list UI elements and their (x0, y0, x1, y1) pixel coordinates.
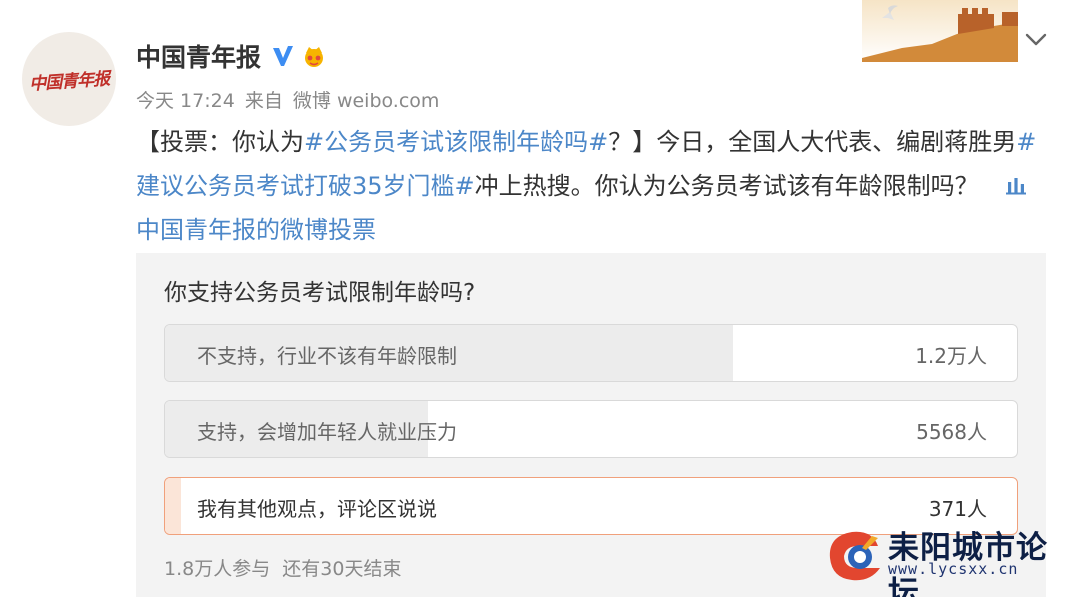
source-prefix: 来自 (244, 90, 283, 112)
poll-option-fill (165, 478, 181, 534)
post-time[interactable]: 今天 17:24 (136, 90, 235, 112)
post-meta: 今天 17:24 来自 微博 weibo.com (136, 86, 443, 113)
account-name[interactable]: 中国青年报 (136, 38, 261, 74)
poll-participants: 1.8万人参与 (164, 558, 271, 580)
post-header: 中国青年报 (136, 36, 327, 76)
poll-option-label: 我有其他观点，评论区说说 (197, 497, 437, 521)
forum-watermark-url: www.lycsxx.cn (888, 560, 1019, 578)
poll-option[interactable]: 不支持，行业不该有年龄限制 1.2万人 (164, 324, 1018, 382)
chevron-down-icon[interactable] (1022, 28, 1050, 52)
poll-option-label: 支持，会增加年轻人就业压力 (197, 420, 457, 444)
post-source[interactable]: 微博 weibo.com (293, 90, 440, 112)
poll-option[interactable]: 支持，会增加年轻人就业压力 5568人 (164, 400, 1018, 458)
vote-chart-icon (1005, 178, 1026, 195)
poll-option-count: 371人 (928, 497, 987, 521)
verified-icon (271, 44, 295, 68)
post-text: 【投票：你认为#公务员考试该限制年龄吗#？】今日，全国人大代表、编剧蒋胜男#建议… (136, 120, 1046, 252)
poll-footer: 1.8万人参与 还有30天结束 (164, 554, 407, 581)
weibo-post: 中国青年报 中国青年报 今天 17:24 来自 微博 weibo.com 【投票… (0, 0, 1080, 597)
post-text-part: 【投票：你认为 (136, 128, 304, 156)
poll-option-count: 1.2万人 (915, 344, 987, 368)
great-wall-decoration (862, 0, 1018, 62)
poll-option-count: 5568人 (916, 420, 987, 444)
post-text-part: 冲上热搜。你认为公务员考试该有年龄限制吗？ (474, 172, 979, 200)
vote-link-label: 中国青年报的微博投票 (136, 216, 376, 244)
poll-option-label: 不支持，行业不该有年龄限制 (197, 344, 457, 368)
post-text-part: ？】今日，全国人大代表、编剧蒋胜男 (608, 128, 1017, 156)
forum-logo-icon (829, 531, 880, 581)
avatar-logo-text: 中国青年报 (28, 68, 110, 95)
poll-question: 你支持公务员考试限制年龄吗? (164, 280, 476, 306)
hashtag-link[interactable]: #公务员考试该限制年龄吗# (304, 128, 608, 156)
vip-crown-icon[interactable] (301, 43, 327, 69)
avatar[interactable]: 中国青年报 (22, 32, 116, 126)
forum-watermark: 耒阳城市论坛 www.lycsxx.cn (822, 520, 1072, 597)
poll-remaining: 还有30天结束 (282, 558, 402, 580)
